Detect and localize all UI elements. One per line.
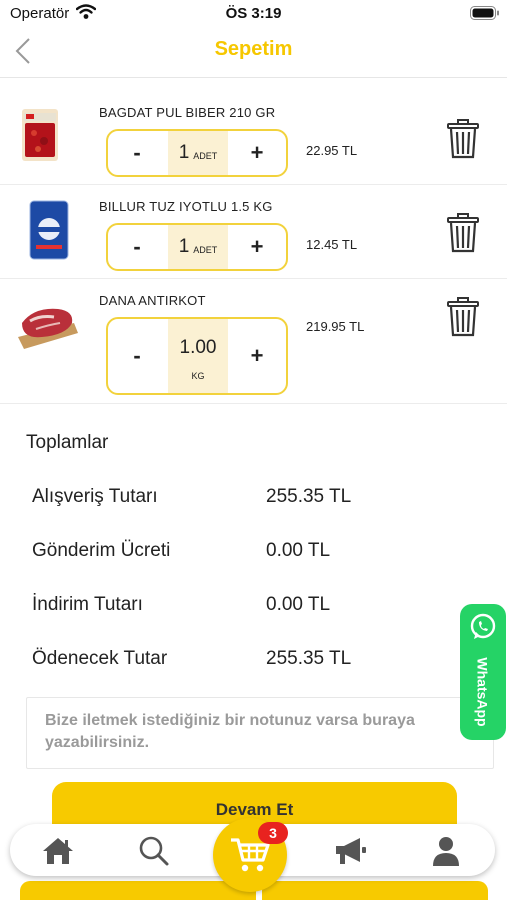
megaphone-icon [336, 838, 366, 864]
home-icon [43, 838, 73, 864]
amount-due-value: 255.35 TL [266, 648, 352, 669]
quantity-unit: ADET [193, 151, 218, 161]
quantity-display: 1 ADET [168, 225, 228, 269]
bottom-action-bar-right[interactable] [262, 881, 488, 900]
quantity-value: 1 [178, 236, 190, 257]
item-name: DANA ANTIRKOT [99, 293, 206, 308]
subtotal-value: 255.35 TL [266, 486, 352, 507]
decrease-button[interactable]: - [108, 131, 166, 175]
whatsapp-button[interactable]: WhatsApp [460, 604, 506, 740]
discount-value: 0.00 TL [266, 594, 331, 615]
item-name: BILLUR TUZ IYOTLU 1.5 KG [99, 199, 273, 214]
page-title: Sepetim [214, 38, 293, 60]
shipping-fee-value: 0.00 TL [266, 540, 331, 561]
shipping-fee-label: Gönderim Ücreti [32, 540, 171, 561]
navigation-bar: Sepetim [0, 30, 507, 78]
trash-icon[interactable] [446, 213, 480, 253]
increase-button[interactable]: + [228, 225, 286, 269]
decrease-button[interactable]: - [108, 225, 166, 269]
item-price: 219.95 TL [306, 319, 365, 334]
quantity-value: 1 [178, 142, 190, 163]
search-icon [139, 836, 169, 866]
quantity-value: 1.00 [179, 337, 217, 358]
status-bar: Operatör ÖS 3:19 [0, 0, 507, 30]
increase-button[interactable]: + [228, 319, 286, 393]
tab-search[interactable] [136, 834, 172, 868]
subtotal-label: Alışveriş Tutarı [32, 486, 158, 507]
quantity-unit: KG [191, 371, 205, 381]
discount-label: İndirim Tutarı [32, 594, 143, 615]
whatsapp-icon [470, 613, 496, 639]
increase-button[interactable]: + [228, 131, 286, 175]
product-image-pepper-flakes [22, 109, 58, 161]
note-placeholder-line-2: yazabilirsiniz. [45, 734, 150, 751]
totals-heading: Toplamlar [26, 432, 109, 453]
item-price: 22.95 TL [306, 143, 358, 158]
continue-button-label: Devam Et [215, 800, 294, 819]
battery-icon [470, 6, 499, 20]
item-price: 12.45 TL [306, 237, 358, 252]
item-name: BAGDAT PUL BIBER 210 GR [99, 105, 276, 120]
decrease-button[interactable]: - [108, 319, 166, 393]
trash-icon[interactable] [446, 119, 480, 159]
quantity-stepper: - 1 ADET + [106, 129, 288, 177]
amount-due-label: Ödenecek Tutar [32, 648, 168, 669]
whatsapp-label: WhatsApp [475, 657, 491, 727]
profile-icon [433, 837, 459, 866]
quantity-display: 1.00 KG [168, 319, 228, 393]
quantity-unit: ADET [193, 245, 218, 255]
cart-item: DANA ANTIRKOT - 1.00 KG + 219.95 TL [0, 279, 507, 404]
quantity-stepper: - 1 ADET + [106, 223, 288, 271]
cart-item: BILLUR TUZ IYOTLU 1.5 KG - 1 ADET + 12.4… [0, 185, 507, 279]
tab-campaigns[interactable] [332, 834, 368, 868]
quantity-display: 1 ADET [168, 131, 228, 175]
note-input[interactable]: Bize iletmek istediğiniz bir notunuz var… [26, 697, 494, 769]
note-placeholder-line-1: Bize iletmek istediğiniz bir notunuz var… [45, 712, 415, 729]
tab-profile[interactable] [428, 834, 464, 868]
bottom-action-bar-left[interactable] [20, 881, 256, 900]
cart-count-badge: 3 [258, 822, 288, 844]
quantity-stepper: - 1.00 KG + [106, 317, 288, 395]
status-time: ÖS 3:19 [225, 5, 282, 22]
tab-home[interactable] [40, 834, 76, 868]
cart-item: BAGDAT PUL BIBER 210 GR - 1 ADET + 22.95… [0, 91, 507, 185]
product-image-beef [18, 308, 78, 349]
product-image-salt [29, 200, 69, 260]
trash-icon[interactable] [446, 297, 480, 337]
